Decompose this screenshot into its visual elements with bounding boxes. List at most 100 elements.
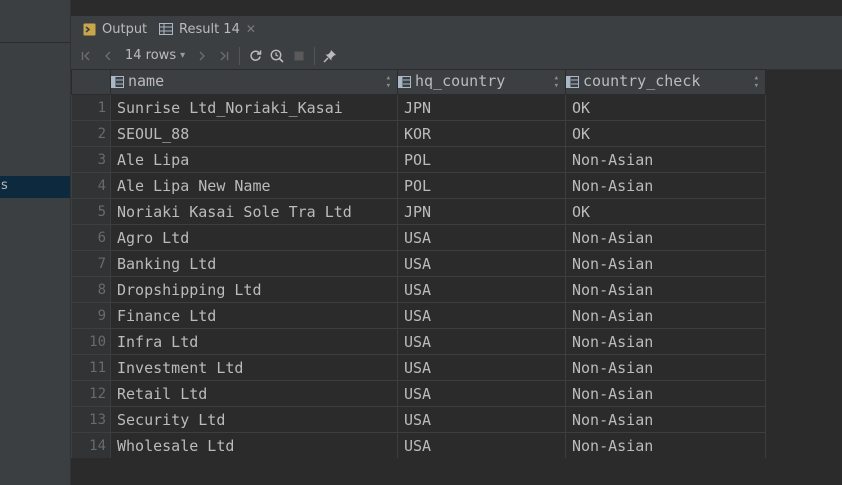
table-row[interactable]: 9 Finance Ltd USA Non-Asian xyxy=(71,302,766,329)
cell-country-check[interactable]: OK xyxy=(565,198,766,225)
cell-country-check[interactable]: Non-Asian xyxy=(565,146,766,173)
cell-name[interactable]: Finance Ltd xyxy=(110,302,398,329)
table-row[interactable]: 13 Security Ltd USA Non-Asian xyxy=(71,406,766,433)
table-row[interactable]: 5 Noriaki Kasai Sole Tra Ltd JPN OK xyxy=(71,198,766,225)
table-row[interactable]: 6 Agro Ltd USA Non-Asian xyxy=(71,224,766,251)
row-number: 11 xyxy=(71,354,111,381)
table-row[interactable]: 8 Dropshipping Ltd USA Non-Asian xyxy=(71,276,766,303)
column-icon xyxy=(566,74,579,92)
cell-name[interactable]: Infra Ltd xyxy=(110,328,398,355)
cell-hq-country[interactable]: USA xyxy=(397,250,566,277)
cell-name[interactable]: Banking Ltd xyxy=(110,250,398,277)
cell-name[interactable]: Ale Lipa xyxy=(110,146,398,173)
cell-hq-country[interactable]: USA xyxy=(397,432,566,459)
cell-name[interactable]: Retail Ltd xyxy=(110,380,398,407)
close-icon[interactable]: ✕ xyxy=(246,22,256,36)
cell-name[interactable]: Dropshipping Ltd xyxy=(110,276,398,303)
grid-empty-area xyxy=(71,458,842,485)
cell-name[interactable]: Ale Lipa New Name xyxy=(110,172,398,199)
cell-country-check[interactable]: Non-Asian xyxy=(565,354,766,381)
result-toolbar: 14 rows ▾ xyxy=(71,42,842,70)
cell-hq-country[interactable]: USA xyxy=(397,328,566,355)
cell-country-check[interactable]: Non-Asian xyxy=(565,276,766,303)
history-icon[interactable] xyxy=(266,45,288,67)
results-tab-bar: Output Result 14 ✕ xyxy=(71,16,842,43)
database-console: s Output Result 14 ✕ 14 rows ▾ name ▴ ▾ … xyxy=(0,0,842,485)
row-number: 13 xyxy=(71,406,111,433)
column-header-country-check[interactable]: country_check ▴ ▾ xyxy=(565,69,766,95)
first-page-icon[interactable] xyxy=(75,45,97,67)
column-header-name[interactable]: name ▴ ▾ xyxy=(110,69,398,95)
cell-name[interactable]: Agro Ltd xyxy=(110,224,398,251)
row-number: 3 xyxy=(71,146,111,173)
row-number: 14 xyxy=(71,432,111,459)
table-row[interactable]: 10 Infra Ltd USA Non-Asian xyxy=(71,328,766,355)
cell-country-check[interactable]: Non-Asian xyxy=(565,224,766,251)
refresh-icon[interactable] xyxy=(244,45,266,67)
sort-icon[interactable]: ▴ ▾ xyxy=(754,74,759,91)
tab-output-label: Output xyxy=(102,21,148,37)
cell-hq-country[interactable]: USA xyxy=(397,302,566,329)
table-row[interactable]: 11 Investment Ltd USA Non-Asian xyxy=(71,354,766,381)
cell-country-check[interactable]: OK xyxy=(565,94,766,121)
cell-country-check[interactable]: Non-Asian xyxy=(565,172,766,199)
side-panel-selected-item[interactable]: s xyxy=(0,176,70,198)
table-row[interactable]: 1 Sunrise Ltd_Noriaki_Kasai JPN OK xyxy=(71,94,766,121)
cell-country-check[interactable]: Non-Asian xyxy=(565,250,766,277)
cell-name[interactable]: Sunrise Ltd_Noriaki_Kasai xyxy=(110,94,398,121)
row-number: 5 xyxy=(71,198,111,225)
cell-country-check[interactable]: Non-Asian xyxy=(565,302,766,329)
row-number: 10 xyxy=(71,328,111,355)
cell-country-check[interactable]: Non-Asian xyxy=(565,406,766,433)
cell-hq-country[interactable]: JPN xyxy=(397,94,566,121)
cell-hq-country[interactable]: USA xyxy=(397,224,566,251)
last-page-icon[interactable] xyxy=(213,45,235,67)
row-number: 7 xyxy=(71,250,111,277)
next-page-icon[interactable] xyxy=(191,45,213,67)
table-row[interactable]: 2 SEOUL_88 KOR OK xyxy=(71,120,766,147)
row-number: 9 xyxy=(71,302,111,329)
cell-name[interactable]: Wholesale Ltd xyxy=(110,432,398,459)
tab-result-14[interactable]: Result 14 ✕ xyxy=(159,16,256,42)
cell-country-check[interactable]: OK xyxy=(565,120,766,147)
table-row[interactable]: 14 Wholesale Ltd USA Non-Asian xyxy=(71,432,766,459)
cell-hq-country[interactable]: USA xyxy=(397,354,566,381)
cell-country-check[interactable]: Non-Asian xyxy=(565,432,766,459)
cell-name[interactable]: Noriaki Kasai Sole Tra Ltd xyxy=(110,198,398,225)
grid-header-row: name ▴ ▾ hq_country ▴ ▾ country_check ▴ ▾ xyxy=(71,69,766,95)
row-number: 2 xyxy=(71,120,111,147)
cell-hq-country[interactable]: USA xyxy=(397,380,566,407)
column-icon xyxy=(398,74,411,92)
table-grid-icon xyxy=(159,23,173,35)
table-row[interactable]: 3 Ale Lipa POL Non-Asian xyxy=(71,146,766,173)
table-row[interactable]: 12 Retail Ltd USA Non-Asian xyxy=(71,380,766,407)
cell-hq-country[interactable]: USA xyxy=(397,406,566,433)
previous-page-icon[interactable] xyxy=(97,45,119,67)
sort-icon[interactable]: ▴ ▾ xyxy=(554,74,559,91)
cell-name[interactable]: Investment Ltd xyxy=(110,354,398,381)
rows-count-dropdown[interactable]: 14 rows ▾ xyxy=(119,48,191,63)
cell-hq-country[interactable]: POL xyxy=(397,172,566,199)
rows-count-label: 14 rows xyxy=(125,48,177,63)
column-header-hq-country[interactable]: hq_country ▴ ▾ xyxy=(397,69,566,95)
chevron-down-icon: ▾ xyxy=(180,50,186,61)
cell-hq-country[interactable]: KOR xyxy=(397,120,566,147)
cell-name[interactable]: SEOUL_88 xyxy=(110,120,398,147)
pin-icon[interactable] xyxy=(319,45,341,67)
cell-hq-country[interactable]: POL xyxy=(397,146,566,173)
tab-output[interactable]: Output xyxy=(83,16,147,42)
cell-name[interactable]: Security Ltd xyxy=(110,406,398,433)
stop-icon[interactable] xyxy=(288,45,310,67)
cell-country-check[interactable]: Non-Asian xyxy=(565,380,766,407)
row-number: 12 xyxy=(71,380,111,407)
row-number-header xyxy=(71,69,111,95)
cell-country-check[interactable]: Non-Asian xyxy=(565,328,766,355)
side-panel-header xyxy=(0,0,70,43)
cell-hq-country[interactable]: USA xyxy=(397,276,566,303)
toolbar-separator xyxy=(239,46,241,65)
table-row[interactable]: 4 Ale Lipa New Name POL Non-Asian xyxy=(71,172,766,199)
sort-icon[interactable]: ▴ ▾ xyxy=(386,74,391,91)
table-row[interactable]: 7 Banking Ltd USA Non-Asian xyxy=(71,250,766,277)
output-console-icon xyxy=(83,23,96,36)
cell-hq-country[interactable]: JPN xyxy=(397,198,566,225)
